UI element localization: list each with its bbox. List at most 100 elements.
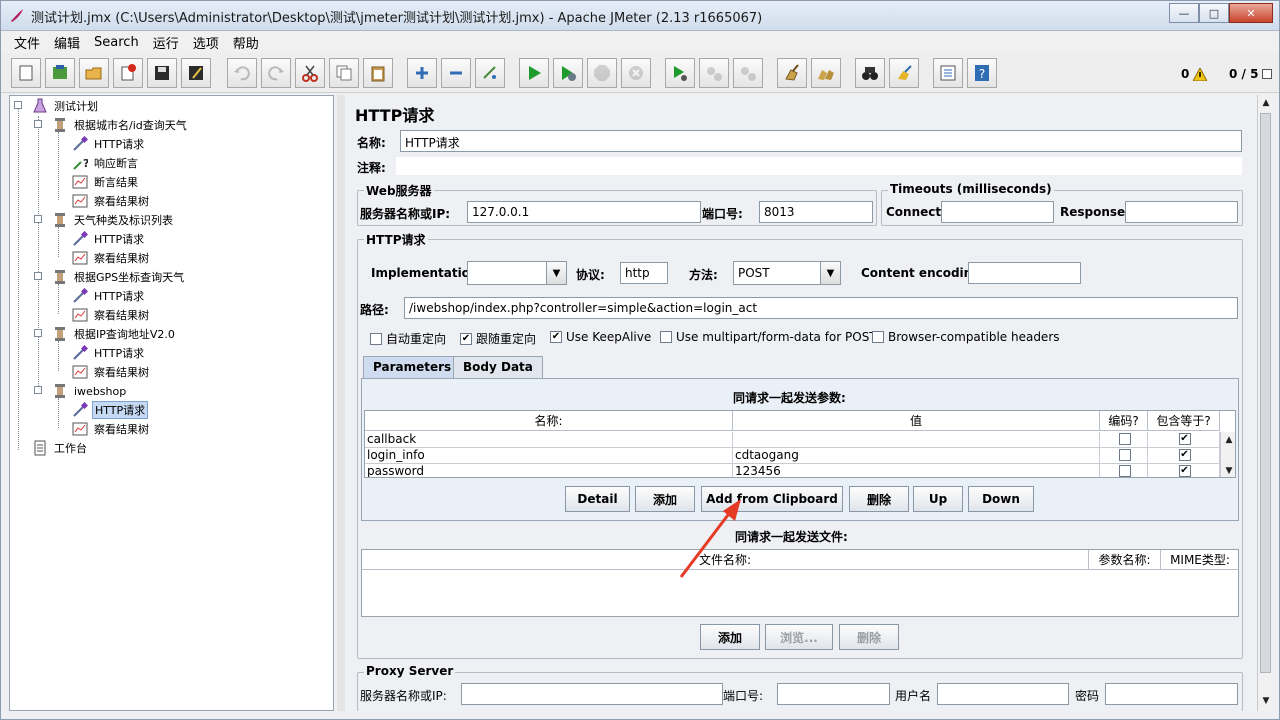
search-button[interactable] — [855, 58, 885, 88]
col-header-name[interactable]: 名称: — [365, 411, 733, 431]
scroll-down-icon[interactable]: ▼ — [1258, 693, 1274, 709]
close-file-button[interactable] — [113, 58, 143, 88]
tree-node-view-results-tree[interactable]: 察看结果树 — [72, 192, 151, 210]
param-name-cell[interactable]: password — [365, 464, 733, 477]
tree-toggle-group3[interactable] — [34, 272, 42, 280]
col-header-mime-type[interactable]: MIME类型: — [1161, 550, 1238, 570]
menu-run[interactable]: 运行 — [146, 33, 186, 52]
col-header-param-name[interactable]: 参数名称: — [1089, 550, 1161, 570]
proxy-username-input[interactable] — [937, 683, 1069, 705]
implementation-select[interactable]: ▼ — [467, 261, 567, 285]
connect-timeout-input[interactable] — [941, 201, 1054, 223]
menu-file[interactable]: 文件 — [7, 33, 47, 52]
method-select[interactable]: POST ▼ — [733, 261, 841, 285]
proxy-port-input[interactable] — [777, 683, 890, 705]
tree-toggle-group2[interactable] — [34, 215, 42, 223]
tree-node-http-request[interactable]: HTTP请求 — [72, 344, 146, 362]
server-name-input[interactable]: 127.0.0.1 — [467, 201, 701, 223]
minimize-button[interactable]: — — [1169, 3, 1199, 23]
clear-button[interactable] — [777, 58, 807, 88]
follow-redirect-checkbox[interactable]: ✔ 跟随重定向 — [460, 330, 536, 347]
stop-button[interactable] — [587, 58, 617, 88]
tree-node-workbench[interactable]: 工作台 — [32, 439, 89, 457]
delete-param-button[interactable]: 删除 — [849, 486, 909, 512]
reset-search-button[interactable] — [889, 58, 919, 88]
templates-button[interactable] — [45, 58, 75, 88]
menu-options[interactable]: 选项 — [186, 33, 226, 52]
tree-node-view-results-tree[interactable]: 察看结果树 — [72, 249, 151, 267]
param-encode-cell[interactable] — [1100, 432, 1148, 448]
tree-node-view-results-tree[interactable]: 察看结果树 — [72, 363, 151, 381]
panel-scrollbar[interactable]: ▲ ▼ — [1257, 95, 1273, 711]
tree-node-thread-group-4[interactable]: 根据IP查询地址V2.0 — [52, 325, 177, 343]
tree-node-http-request[interactable]: HTTP请求 — [72, 135, 146, 153]
auto-redirect-checkbox[interactable]: 自动重定向 — [370, 330, 446, 347]
move-down-button[interactable]: Down — [968, 486, 1034, 512]
paste-button[interactable] — [363, 58, 393, 88]
proxy-server-input[interactable] — [461, 683, 723, 705]
response-timeout-input[interactable] — [1125, 201, 1238, 223]
scroll-up-icon[interactable]: ▲ — [1258, 95, 1274, 111]
menu-edit[interactable]: 编辑 — [47, 33, 87, 52]
tree-node-response-assertion[interactable]: ? 响应断言 — [72, 154, 140, 172]
content-encoding-input[interactable] — [968, 262, 1081, 284]
param-name-cell[interactable]: callback — [365, 432, 733, 448]
browser-headers-checkbox[interactable]: Browser-compatible headers — [872, 330, 1060, 344]
new-button[interactable] — [11, 58, 41, 88]
comment-input[interactable] — [395, 156, 1243, 176]
param-name-cell[interactable]: login_info — [365, 448, 733, 464]
start-no-pauses-button[interactable] — [553, 58, 583, 88]
tree-node-http-request-selected[interactable]: HTTP请求 — [72, 401, 149, 419]
param-include-cell[interactable]: ✔ — [1148, 448, 1220, 464]
protocol-input[interactable]: http — [620, 262, 668, 284]
undo-button[interactable] — [227, 58, 257, 88]
keepalive-checkbox[interactable]: ✔ Use KeepAlive — [550, 330, 651, 344]
toggle-button[interactable] — [475, 58, 505, 88]
menu-help[interactable]: 帮助 — [226, 33, 266, 52]
pane-splitter[interactable] — [337, 95, 345, 711]
tree-toggle-root[interactable] — [14, 101, 22, 109]
function-helper-button[interactable] — [933, 58, 963, 88]
add-file-button[interactable]: 添加 — [700, 624, 760, 650]
copy-button[interactable] — [329, 58, 359, 88]
tree-node-thread-group-1[interactable]: 根据城市名/id查询天气 — [52, 116, 189, 134]
remote-shutdown-button[interactable] — [733, 58, 763, 88]
param-encode-cell[interactable] — [1100, 464, 1148, 477]
save-as-button[interactable] — [181, 58, 211, 88]
clear-all-button[interactable] — [811, 58, 841, 88]
tree-node-view-results-tree[interactable]: 察看结果树 — [72, 306, 151, 324]
remote-start-button[interactable] — [665, 58, 695, 88]
shutdown-button[interactable] — [621, 58, 651, 88]
detail-button[interactable]: Detail — [565, 486, 630, 512]
tree-node-http-request[interactable]: HTTP请求 — [72, 287, 146, 305]
open-button[interactable] — [79, 58, 109, 88]
maximize-button[interactable]: □ — [1199, 3, 1229, 23]
cut-button[interactable] — [295, 58, 325, 88]
expand-all-button[interactable] — [407, 58, 437, 88]
col-header-encode[interactable]: 编码? — [1100, 411, 1148, 431]
param-value-cell[interactable]: cdtaogang — [733, 448, 1100, 464]
proxy-password-input[interactable] — [1105, 683, 1238, 705]
collapse-all-button[interactable] — [441, 58, 471, 88]
params-scrollbar[interactable]: ▲ ▼ — [1220, 432, 1235, 477]
tab-body-data[interactable]: Body Data — [453, 356, 543, 378]
tree-toggle-group4[interactable] — [34, 329, 42, 337]
menu-search[interactable]: Search — [87, 35, 146, 50]
scroll-down-icon[interactable]: ▼ — [1221, 463, 1235, 477]
param-include-cell[interactable]: ✔ — [1148, 464, 1220, 477]
save-button[interactable] — [147, 58, 177, 88]
tree-toggle-group1[interactable] — [34, 120, 42, 128]
scrollbar-thumb[interactable] — [1260, 113, 1271, 673]
help-button[interactable]: ? — [967, 58, 997, 88]
param-encode-cell[interactable] — [1100, 448, 1148, 464]
start-button[interactable] — [519, 58, 549, 88]
multipart-checkbox[interactable]: Use multipart/form-data for POST — [660, 330, 877, 344]
move-up-button[interactable]: Up — [913, 486, 963, 512]
tree-node-thread-group-3[interactable]: 根据GPS坐标查询天气 — [52, 268, 186, 286]
param-value-cell[interactable] — [733, 432, 1100, 448]
redo-button[interactable] — [261, 58, 291, 88]
remote-stop-button[interactable] — [699, 58, 729, 88]
browse-button[interactable]: 浏览... — [765, 624, 833, 650]
close-window-button[interactable]: ✕ — [1229, 3, 1273, 23]
tab-parameters[interactable]: Parameters — [363, 356, 462, 378]
